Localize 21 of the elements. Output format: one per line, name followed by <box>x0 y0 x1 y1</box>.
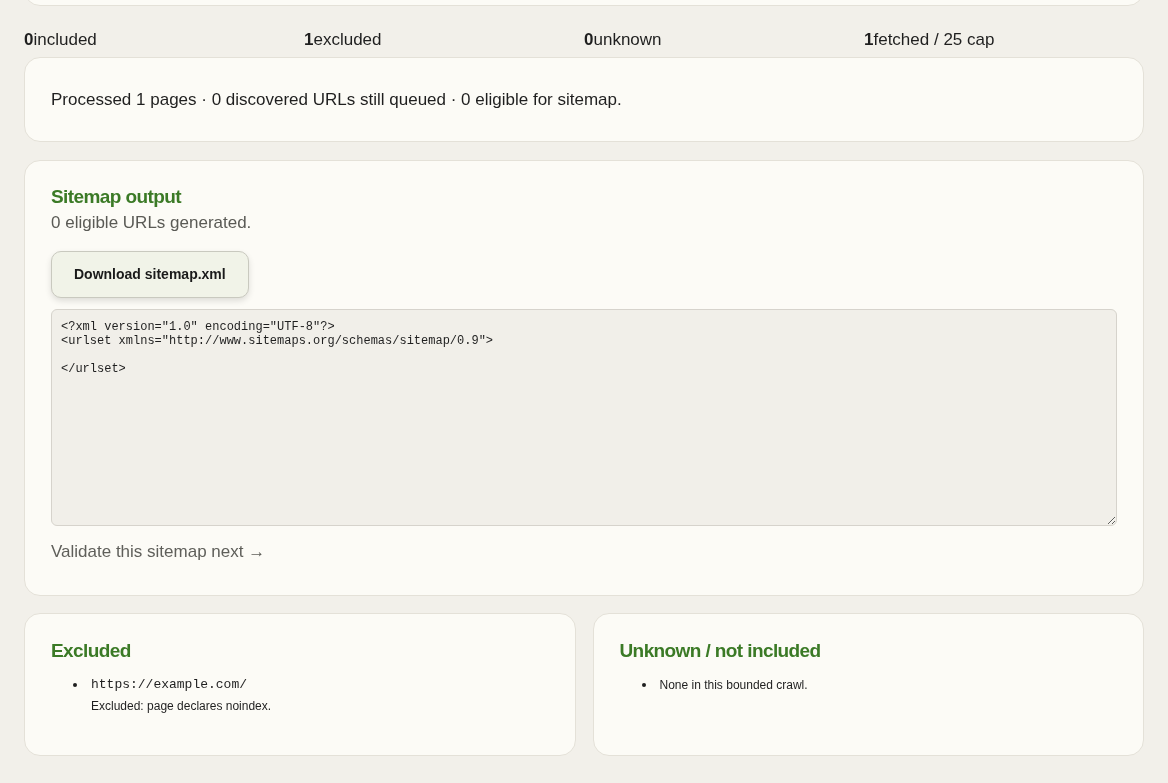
bullet-icon <box>73 683 77 687</box>
stat-value: 0 <box>584 29 594 51</box>
xml-textarea[interactable]: <?xml version="1.0" encoding="UTF-8"?> <urlset xmlns="http://www.sitemaps.org/schemas/sitemap/0.9"> </urlset> <box>51 309 1117 526</box>
validate-link[interactable]: Validate this sitemap next → <box>51 540 266 564</box>
stat-label: unknown <box>593 29 662 51</box>
list-note: None in this bounded crawl. <box>659 677 808 694</box>
download-button[interactable]: Download sitemap.xml <box>51 251 249 298</box>
stat-label: fetched / 25 cap <box>873 29 995 51</box>
bullet-icon <box>641 683 646 687</box>
stat-value: 1 <box>304 29 314 51</box>
excluded-url: https://example.com/ <box>91 676 249 694</box>
stat-label: included <box>33 29 97 51</box>
section-heading: Sitemap output <box>51 185 181 209</box>
section-heading: Unknown / not included <box>619 639 822 663</box>
summary-text: Processed 1 pages · 0 discovered URLs still queued · 0 eligible for sitemap. <box>51 89 623 111</box>
stat-value: 1 <box>864 29 874 51</box>
section-heading: Excluded <box>51 639 132 663</box>
subtitle-text: 0 eligible URLs generated. <box>51 212 252 234</box>
stat-value: 0 <box>24 29 34 51</box>
exclusion-reason: Excluded: page declares noindex. <box>91 698 272 715</box>
stat-label: excluded <box>313 29 382 51</box>
